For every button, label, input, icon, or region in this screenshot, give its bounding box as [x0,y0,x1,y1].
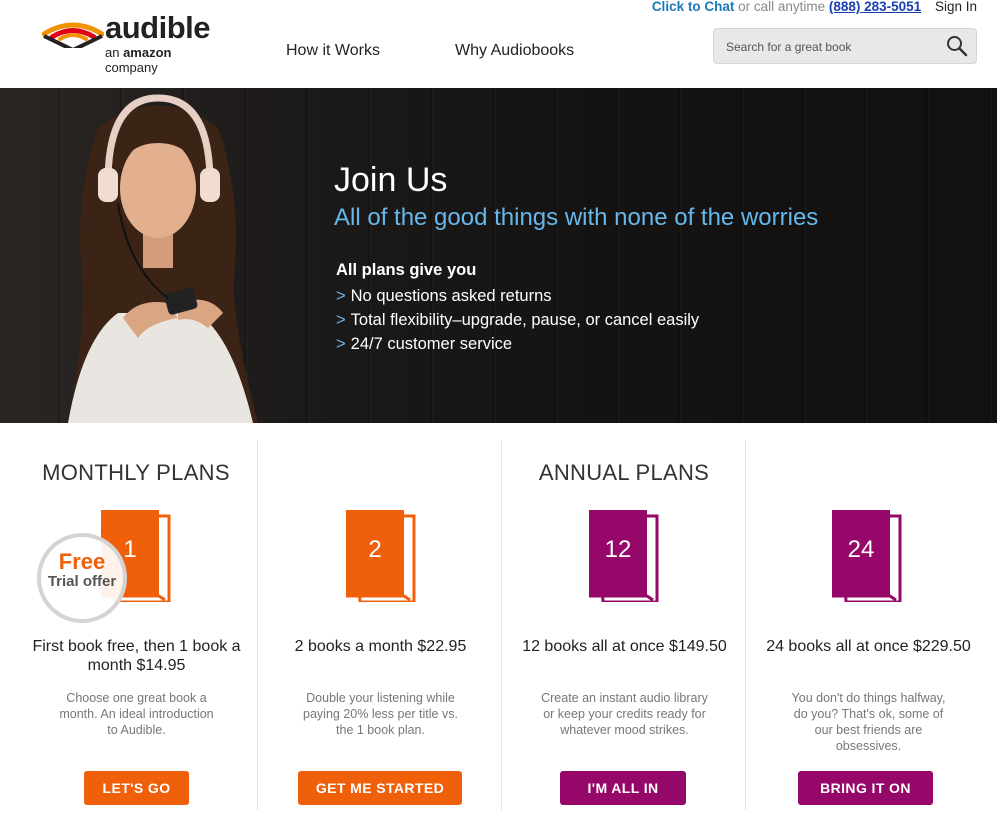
tagline-prefix: an [105,45,124,60]
plan-title: 2 books a month $22.95 [294,638,467,655]
site-header: audible an amazon company How it Works W… [0,0,997,88]
book-count: 12 [604,536,632,563]
nav-why-audiobooks[interactable]: Why Audiobooks [455,42,574,60]
annual-plans-heading: ANNUAL PLANS [538,460,710,485]
book-icon: 12 [589,510,659,604]
brand-name: audible [105,10,211,45]
plan-description: You don't do things halfway, do you? Tha… [791,691,946,753]
benefit-text: Total flexibility–upgrade, pause, or can… [350,311,700,329]
book-icon: 2 [346,510,416,604]
list-item: > Total flexibility–upgrade, pause, or ca… [336,308,699,332]
book-icon: 24 [832,510,902,604]
plan-card-1: MONTHLY PLANS 1 Free Trial offer First b… [15,440,258,810]
benefit-text: 24/7 customer service [350,335,513,353]
free-trial-badge: Free Trial offer [37,533,127,623]
audible-logo[interactable]: audible an amazon company [42,10,222,75]
brand-tagline: an amazon company [105,45,222,75]
search-box [713,28,977,64]
audible-signal-icon [42,22,104,48]
free-badge-line2: Trial offer [47,573,117,590]
plan-card-3: ANNUAL PLANS 12 12 books all at once $14… [503,440,746,810]
plans-section: MONTHLY PLANS 1 Free Trial offer First b… [15,440,990,810]
hero-subtitle: All of the good things with none of the … [334,204,819,231]
plan-description: Double your listening while paying 20% l… [303,691,458,737]
bullet-arrow-icon: > [336,335,346,353]
plan-card-2: 2 2 books a month $22.95 Double your lis… [259,440,502,810]
phone-link[interactable]: (888) 283-5051 [829,0,921,14]
plan-card-4: 24 24 books all at once $229.50 You don'… [747,440,990,810]
bring-it-on-button[interactable]: BRING IT ON [798,771,933,805]
list-item: > No questions asked returns [336,284,699,308]
tagline-suffix: company [105,60,158,75]
sign-in-link[interactable]: Sign In [935,0,977,14]
tagline-brand: amazon [123,45,172,60]
bullet-arrow-icon: > [336,311,346,329]
woman-with-headphones-image [68,94,258,423]
book-count: 24 [847,536,875,563]
magnifier-icon[interactable] [946,35,968,57]
lets-go-button[interactable]: LET'S GO [84,771,189,805]
plan-title: 24 books all at once $229.50 [766,638,971,655]
plan-description: Create an instant audio library or keep … [541,691,708,737]
call-anytime-text: or call anytime [734,0,829,14]
hero-banner: Join Us All of the good things with none… [0,88,997,423]
nav-how-it-works[interactable]: How it Works [286,42,380,60]
free-badge-line1: Free [58,549,106,574]
monthly-plans-heading: MONTHLY PLANS [42,460,230,485]
plan-title: First book free, then 1 book a month $14… [32,638,241,674]
get-me-started-button[interactable]: GET ME STARTED [298,771,462,805]
hero-title: Join Us [334,161,448,199]
contact-bar: Click to Chat or call anytime (888) 283-… [652,0,977,14]
click-to-chat-link[interactable]: Click to Chat [652,0,735,14]
list-item: >24/7 customer service [336,332,699,356]
im-all-in-button[interactable]: I'M ALL IN [560,771,686,805]
book-count: 2 [368,536,382,563]
benefit-text: No questions asked returns [350,287,552,305]
plan-title: 12 books all at once $149.50 [522,638,727,655]
bullet-arrow-icon: > [336,287,346,305]
benefits-list: > No questions asked returns > Total flexi… [336,284,699,356]
search-input[interactable] [726,37,936,57]
plan-description: Choose one great book a month. An ideal … [59,691,214,737]
benefits-heading: All plans give you [336,261,477,279]
